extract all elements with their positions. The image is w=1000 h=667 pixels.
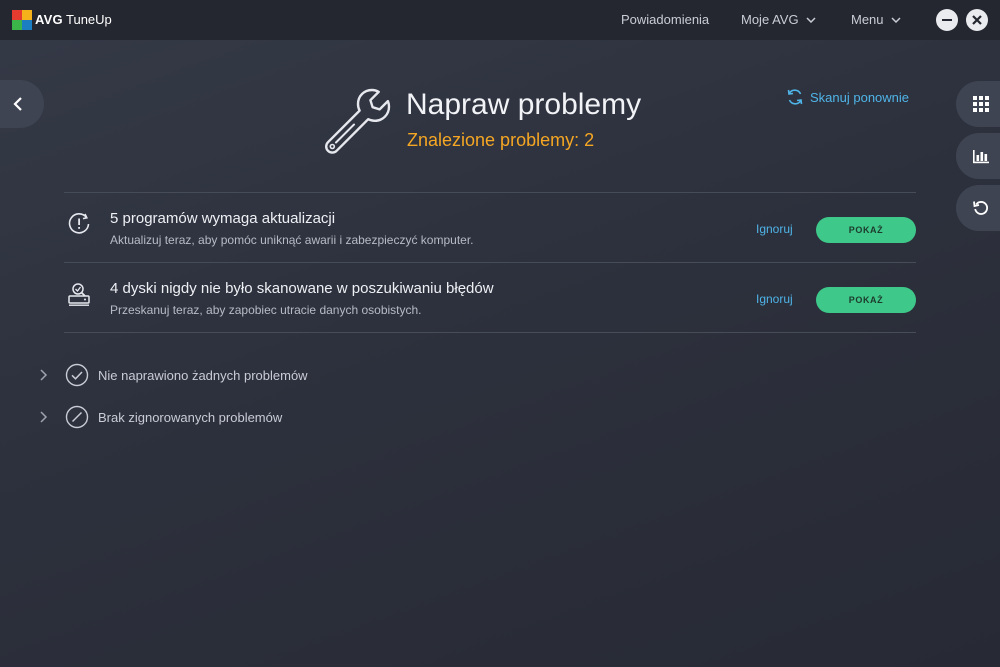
issues-list: 5 programów wymaga aktualizacji Aktualiz…	[64, 192, 916, 333]
ignored-problems-label: Brak zignorowanych problemów	[98, 410, 283, 425]
my-avg-label: Moje AVG	[741, 12, 799, 27]
chevron-right-icon	[40, 369, 48, 381]
close-icon	[972, 15, 982, 25]
issue-row: 5 programów wymaga aktualizacji Aktualiz…	[64, 193, 916, 263]
stats-button[interactable]	[956, 133, 1000, 179]
disk-scan-icon	[68, 283, 90, 306]
issue-title: 4 dyski nigdy nie było skanowane w poszu…	[110, 280, 494, 297]
app-window: AVG TuneUp Powiadomienia Moje AVG Menu N…	[0, 0, 1000, 667]
clock-alert-icon	[68, 213, 90, 234]
issue-title: 5 programów wymaga aktualizacji	[110, 210, 336, 227]
title-bar: AVG TuneUp Powiadomienia Moje AVG Menu	[0, 0, 1000, 40]
check-circle-icon	[65, 363, 89, 387]
refresh-icon	[787, 89, 803, 105]
minimize-button[interactable]	[936, 9, 958, 31]
wrench-icon	[325, 88, 391, 154]
issue-description: Przeskanuj teraz, aby zapobiec utracie d…	[110, 303, 422, 317]
ignore-link[interactable]: Ignoruj	[756, 222, 793, 236]
chevron-left-icon	[13, 97, 22, 111]
app-brand: AVG	[35, 12, 63, 27]
notifications-label: Powiadomienia	[621, 12, 710, 27]
avg-logo-icon	[12, 10, 32, 30]
apps-grid-button[interactable]	[956, 81, 1000, 127]
close-button[interactable]	[966, 9, 988, 31]
rescan-link[interactable]: Skanuj ponownie	[786, 88, 909, 106]
notifications-link[interactable]: Powiadomienia	[621, 12, 709, 27]
bar-chart-icon	[973, 150, 989, 164]
minimize-icon	[942, 19, 952, 21]
fixed-problems-label: Nie naprawiono żadnych problemów	[98, 368, 308, 383]
show-button[interactable]: POKAŻ	[816, 217, 916, 243]
rescan-label: Skanuj ponownie	[810, 90, 910, 105]
undo-icon	[973, 201, 988, 215]
issue-description: Aktualizuj teraz, aby pomóc uniknąć awar…	[110, 233, 474, 247]
show-button[interactable]: POKAŻ	[816, 287, 916, 313]
ignore-link[interactable]: Ignoruj	[756, 292, 793, 306]
app-product-name: TuneUp	[66, 12, 112, 27]
chevron-right-icon	[40, 411, 48, 423]
issue-row: 4 dyski nigdy nie było skanowane w poszu…	[64, 263, 916, 333]
ignored-circle-icon	[65, 405, 89, 429]
menu-label: Menu	[851, 12, 884, 27]
problems-found-count: Znalezione problemy: 2	[407, 130, 595, 150]
chevron-down-icon	[891, 17, 901, 23]
my-avg-menu[interactable]: Moje AVG	[741, 12, 816, 27]
chevron-down-icon	[806, 17, 816, 23]
main-menu[interactable]: Menu	[851, 12, 901, 27]
back-button[interactable]	[0, 80, 44, 128]
history-button[interactable]	[956, 185, 1000, 231]
grid-icon	[973, 96, 989, 112]
page-title: Napraw problemy	[406, 88, 642, 121]
